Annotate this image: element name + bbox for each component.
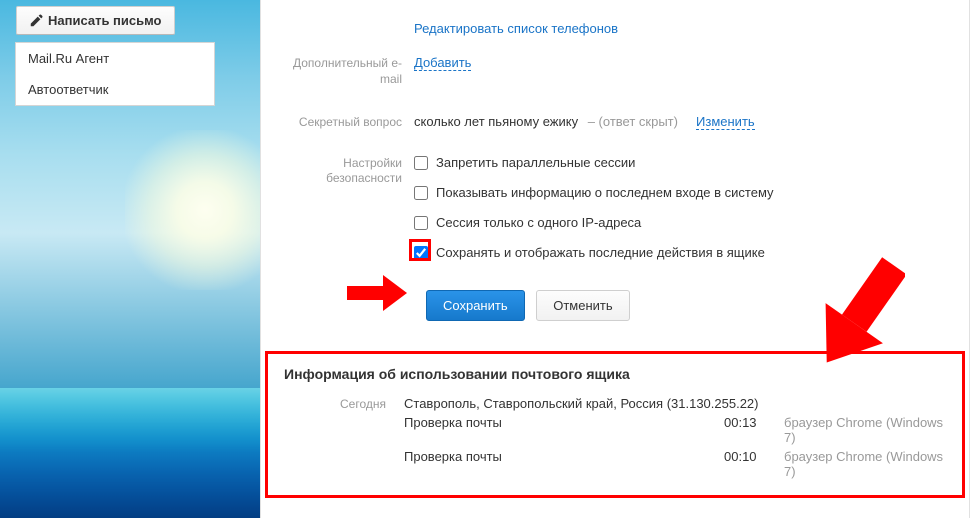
secret-question-value: сколько лет пьяному ежику xyxy=(414,114,578,129)
compose-button[interactable]: Написать письмо xyxy=(16,6,175,35)
usage-info-title: Информация об использовании почтового ящ… xyxy=(284,366,946,382)
checkbox-label: Показывать информацию о последнем входе … xyxy=(436,184,774,202)
edit-phones-link[interactable]: Редактировать список телефонов xyxy=(414,21,618,36)
log-action: Проверка почты xyxy=(404,415,724,445)
today-label: Сегодня xyxy=(284,397,404,411)
compose-label: Написать письмо xyxy=(48,13,162,28)
log-client: браузер Chrome (Windows 7) xyxy=(784,449,946,479)
checkbox-label: Запретить параллельные сессии xyxy=(436,154,635,172)
secret-question-label: Секретный вопрос xyxy=(289,113,414,131)
secret-question-hidden: – (ответ скрыт) xyxy=(588,114,678,129)
additional-email-label: Дополнительный e-mail xyxy=(289,54,414,87)
add-additional-email-link[interactable]: Добавить xyxy=(414,55,471,71)
log-client: браузер Chrome (Windows 7) xyxy=(784,415,946,445)
save-button[interactable]: Сохранить xyxy=(426,290,525,321)
show-last-login-checkbox[interactable] xyxy=(414,186,428,200)
secret-question-edit-link[interactable]: Изменить xyxy=(696,114,755,130)
login-location: Ставрополь, Ставропольский край, Россия … xyxy=(404,396,946,411)
log-time: 00:10 xyxy=(724,449,784,479)
checkbox-label: Сохранять и отображать последние действи… xyxy=(436,244,765,262)
sidebar-item-agent[interactable]: Mail.Ru Агент xyxy=(16,43,214,74)
sidebar-item-label: Mail.Ru Агент xyxy=(28,51,109,66)
checkbox-label: Сессия только с одного IP-адреса xyxy=(436,214,641,232)
single-ip-session-checkbox[interactable] xyxy=(414,216,428,230)
sidebar-item-autoresponder[interactable]: Автоответчик xyxy=(16,74,214,105)
log-entry: Проверка почты 00:10 браузер Chrome (Win… xyxy=(404,447,946,481)
sidebar-item-label: Автоответчик xyxy=(28,82,108,97)
sidebar: Mail.Ru Агент Автоответчик xyxy=(15,42,215,106)
security-settings-label: Настройки безопасности xyxy=(289,154,414,187)
save-recent-actions-checkbox[interactable] xyxy=(414,246,428,260)
compose-icon xyxy=(29,14,43,28)
usage-info-box: Информация об использовании почтового ящ… xyxy=(265,351,965,498)
log-action: Проверка почты xyxy=(404,449,724,479)
cancel-button[interactable]: Отменить xyxy=(536,290,629,321)
deny-parallel-sessions-checkbox[interactable] xyxy=(414,156,428,170)
log-entry: Проверка почты 00:13 браузер Chrome (Win… xyxy=(404,413,946,447)
log-time: 00:13 xyxy=(724,415,784,445)
